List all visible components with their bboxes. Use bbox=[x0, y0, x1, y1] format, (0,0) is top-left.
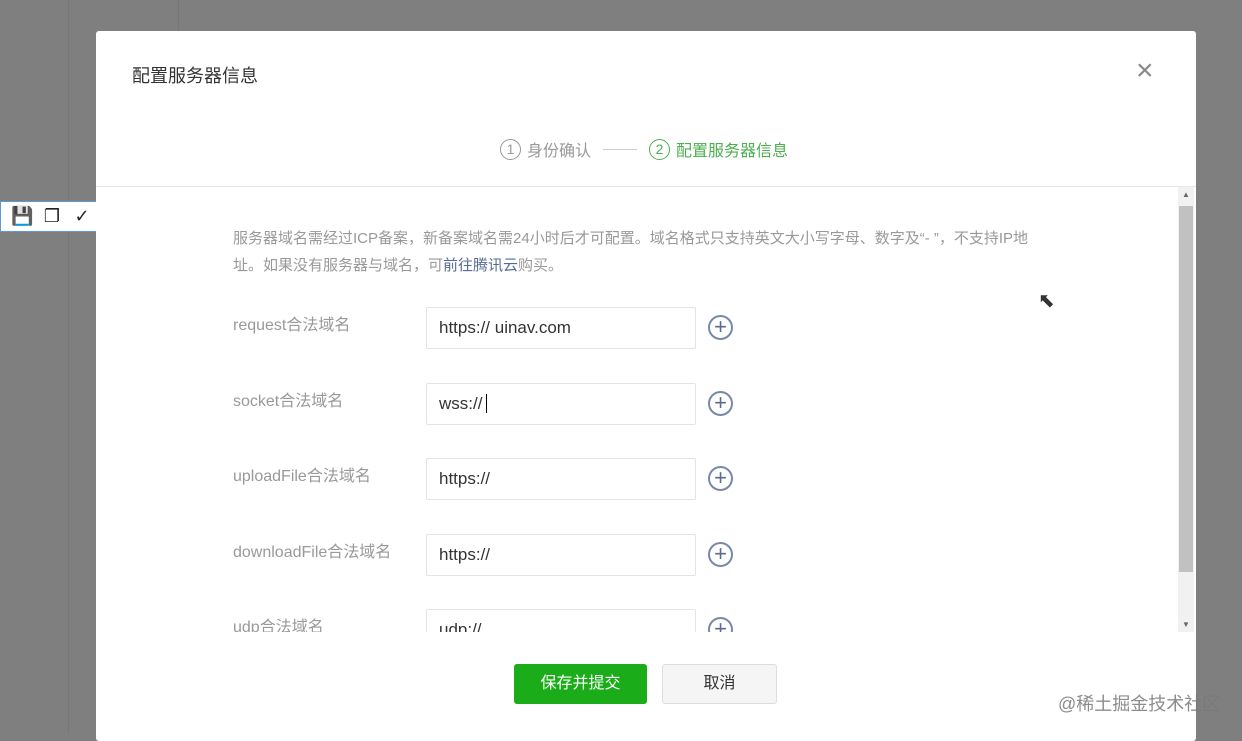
step-1-label: 身份确认 bbox=[527, 143, 592, 160]
add-download-domain-plus-icon[interactable]: + bbox=[708, 542, 733, 567]
step-separator bbox=[603, 148, 638, 150]
step-1-number: 1 bbox=[500, 138, 521, 160]
request-domain-input[interactable]: https:// uinav.com bbox=[426, 307, 696, 349]
udp-domain-row: udp合法域名 udp:// + bbox=[233, 609, 753, 632]
udp-domain-input[interactable]: udp:// bbox=[426, 609, 696, 632]
download-domain-label: downloadFile合法域名 bbox=[233, 544, 392, 561]
add-upload-domain-plus-icon[interactable]: + bbox=[708, 466, 733, 491]
add-udp-domain-plus-icon[interactable]: + bbox=[708, 617, 733, 632]
save-icon[interactable]: 💾 bbox=[11, 206, 33, 227]
description-text: 服务器域名需经过ICP备案，新备案域名需24小时后才可配置。域名格式只支持英文大… bbox=[233, 230, 1029, 274]
scroll-down-arrow-icon[interactable]: ▼ bbox=[1182, 620, 1190, 629]
download-domain-input[interactable]: https:// bbox=[426, 534, 696, 576]
watermark: @稀土掘金技术社区 bbox=[1058, 694, 1221, 714]
socket-domain-input[interactable]: wss:// bbox=[426, 383, 696, 425]
socket-domain-row: socket合法域名 wss:// + bbox=[233, 383, 753, 425]
request-domain-label: request合法域名 bbox=[233, 317, 351, 334]
copy-icon[interactable]: ❐ bbox=[41, 206, 63, 227]
download-domain-row: downloadFile合法域名 https:// + bbox=[233, 534, 753, 576]
floating-toolbar: 💾 ❐ ✓ bbox=[0, 201, 97, 232]
description: 服务器域名需经过ICP备案，新备案域名需24小时后才可配置。域名格式只支持英文大… bbox=[233, 225, 1033, 279]
description-text-end: 购买。 bbox=[518, 257, 564, 274]
scroll-up-arrow-icon[interactable]: ▲ bbox=[1182, 190, 1190, 199]
upload-domain-label: uploadFile合法域名 bbox=[233, 468, 371, 485]
stepper: 1 身份确认 2 配置服务器信息 bbox=[500, 137, 788, 161]
form-scroll-area: 服务器域名需经过ICP备案，新备案域名需24小时后才可配置。域名格式只支持英文大… bbox=[96, 187, 1196, 632]
server-config-dialog: 配置服务器信息 × 1 身份确认 2 配置服务器信息 服务器域名需经过ICP备案… bbox=[96, 31, 1196, 741]
upload-domain-row: uploadFile合法域名 https:// + bbox=[233, 458, 753, 500]
background-divider bbox=[68, 0, 69, 733]
step-2-number: 2 bbox=[649, 138, 671, 160]
add-socket-domain-plus-icon[interactable]: + bbox=[708, 391, 733, 416]
tencent-cloud-link[interactable]: 前往腾讯云 bbox=[443, 257, 518, 274]
mouse-cursor-icon: ⬉ bbox=[1038, 290, 1055, 312]
background-divider bbox=[178, 0, 179, 31]
scrollbar[interactable]: ▲ ▼ bbox=[1178, 187, 1194, 632]
scrollbar-thumb[interactable] bbox=[1179, 206, 1193, 572]
request-domain-row: request合法域名 https:// uinav.com + bbox=[233, 307, 753, 349]
step-2-label: 配置服务器信息 bbox=[676, 143, 789, 160]
socket-domain-label: socket合法域名 bbox=[233, 393, 344, 410]
socket-domain-value: wss:// bbox=[439, 394, 483, 413]
upload-domain-input[interactable]: https:// bbox=[426, 458, 696, 500]
save-submit-button[interactable]: 保存并提交 bbox=[514, 664, 647, 704]
cancel-button[interactable]: 取消 bbox=[662, 664, 777, 704]
udp-domain-label: udp合法域名 bbox=[233, 619, 324, 632]
add-request-domain-plus-icon[interactable]: + bbox=[708, 315, 733, 340]
check-icon[interactable]: ✓ bbox=[71, 206, 93, 227]
dialog-title: 配置服务器信息 bbox=[132, 66, 258, 86]
close-icon[interactable]: × bbox=[1136, 56, 1154, 86]
